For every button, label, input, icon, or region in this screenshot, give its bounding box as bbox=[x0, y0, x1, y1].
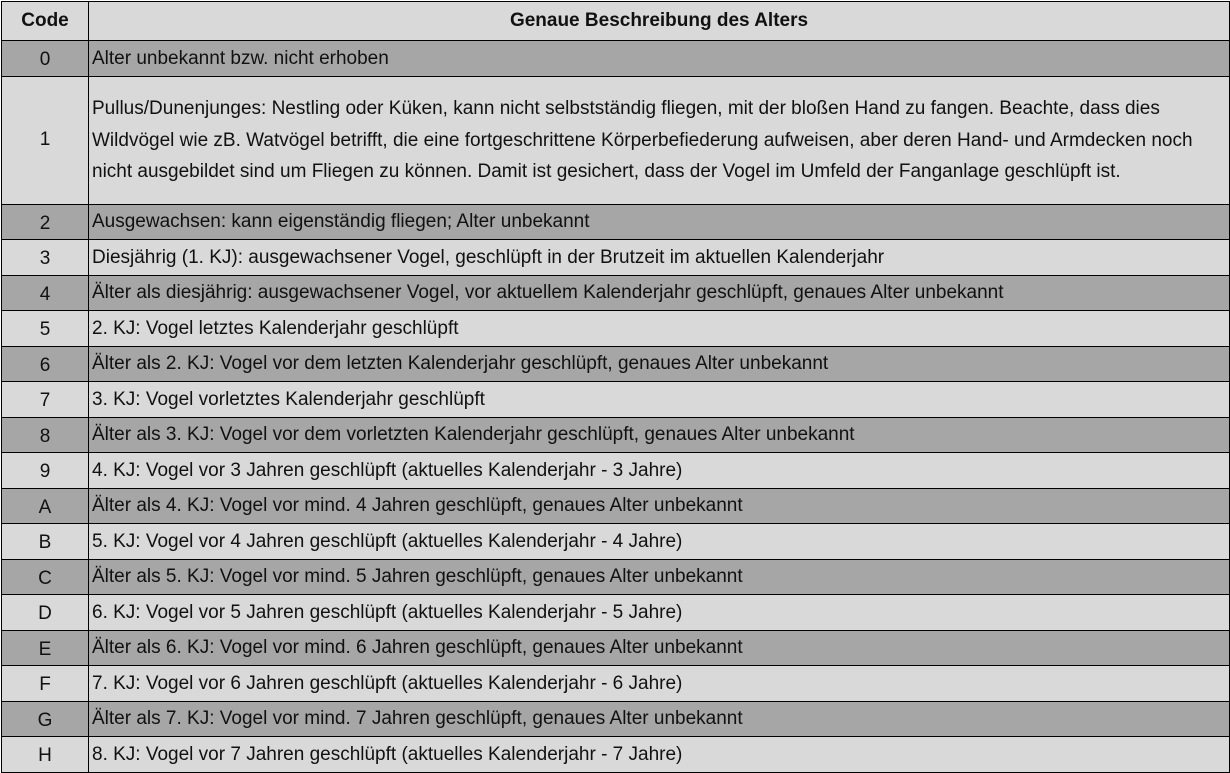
row-code: 0 bbox=[1, 40, 89, 77]
row-code: F bbox=[1, 665, 89, 702]
table-row: H 8. KJ: Vogel vor 7 Jahren geschlüpft (… bbox=[1, 736, 1230, 773]
row-description: 5. KJ: Vogel vor 4 Jahren geschlüpft (ak… bbox=[88, 523, 1230, 560]
table-row: 7 3. KJ: Vogel vorletztes Kalenderjahr g… bbox=[1, 381, 1230, 418]
row-code: 1 bbox=[1, 75, 89, 205]
row-code: B bbox=[1, 523, 89, 560]
table-row: 3 Diesjährig (1. KJ): ausgewachsener Vog… bbox=[1, 239, 1230, 276]
row-description: Ausgewachsen: kann eigenständig fliegen;… bbox=[88, 203, 1230, 240]
row-description: 2. KJ: Vogel letztes Kalenderjahr geschl… bbox=[88, 310, 1230, 347]
table-row: 9 4. KJ: Vogel vor 3 Jahren geschlüpft (… bbox=[1, 452, 1230, 489]
table-header: Code Genaue Beschreibung des Alters bbox=[1, 1, 1230, 41]
row-code: 6 bbox=[1, 345, 89, 382]
row-code: 7 bbox=[1, 381, 89, 418]
table-row: 4 Älter als diesjährig: ausgewachsener V… bbox=[1, 274, 1230, 311]
row-description: 8. KJ: Vogel vor 7 Jahren geschlüpft (ak… bbox=[88, 736, 1230, 773]
row-description: Alter unbekannt bzw. nicht erhoben bbox=[88, 40, 1230, 77]
row-description: Älter als 4. KJ: Vogel vor mind. 4 Jahre… bbox=[88, 487, 1230, 524]
header-row: Code Genaue Beschreibung des Alters bbox=[1, 1, 1230, 41]
row-code: A bbox=[1, 487, 89, 524]
age-code-table: Code Genaue Beschreibung des Alters 0 Al… bbox=[1, 1, 1230, 773]
row-description: Älter als 3. KJ: Vogel vor dem vorletzte… bbox=[88, 416, 1230, 453]
table-row: A Älter als 4. KJ: Vogel vor mind. 4 Jah… bbox=[1, 487, 1230, 524]
row-description: 6. KJ: Vogel vor 5 Jahren geschlüpft (ak… bbox=[88, 594, 1230, 631]
row-description: 7. KJ: Vogel vor 6 Jahren geschlüpft (ak… bbox=[88, 665, 1230, 702]
row-description: Älter als 2. KJ: Vogel vor dem letzten K… bbox=[88, 345, 1230, 382]
row-code: 4 bbox=[1, 274, 89, 311]
table-row: D 6. KJ: Vogel vor 5 Jahren geschlüpft (… bbox=[1, 594, 1230, 631]
row-description: Älter als 5. KJ: Vogel vor mind. 5 Jahre… bbox=[88, 558, 1230, 595]
table-row: 0 Alter unbekannt bzw. nicht erhoben bbox=[1, 40, 1230, 77]
row-description: 3. KJ: Vogel vorletztes Kalenderjahr ges… bbox=[88, 381, 1230, 418]
header-code: Code bbox=[1, 1, 89, 41]
header-description: Genaue Beschreibung des Alters bbox=[88, 1, 1230, 41]
table-row: 6 Älter als 2. KJ: Vogel vor dem letzten… bbox=[1, 345, 1230, 382]
row-code: C bbox=[1, 558, 89, 595]
table-row: 2 Ausgewachsen: kann eigenständig fliege… bbox=[1, 203, 1230, 240]
row-description: 4. KJ: Vogel vor 3 Jahren geschlüpft (ak… bbox=[88, 452, 1230, 489]
row-code: E bbox=[1, 629, 89, 666]
table-row: 5 2. KJ: Vogel letztes Kalenderjahr gesc… bbox=[1, 310, 1230, 347]
row-code: 9 bbox=[1, 452, 89, 489]
row-code: 3 bbox=[1, 239, 89, 276]
table-row: B 5. KJ: Vogel vor 4 Jahren geschlüpft (… bbox=[1, 523, 1230, 560]
row-description: Diesjährig (1. KJ): ausgewachsener Vogel… bbox=[88, 239, 1230, 276]
row-description: Älter als diesjährig: ausgewachsener Vog… bbox=[88, 274, 1230, 311]
table-body: 0 Alter unbekannt bzw. nicht erhoben 1 P… bbox=[1, 40, 1230, 773]
table-row: G Älter als 7. KJ: Vogel vor mind. 7 Jah… bbox=[1, 700, 1230, 737]
table-row: 1 Pullus/Dunenjunges: Nestling oder Küke… bbox=[1, 75, 1230, 205]
row-code: 2 bbox=[1, 203, 89, 240]
table-row: F 7. KJ: Vogel vor 6 Jahren geschlüpft (… bbox=[1, 665, 1230, 702]
row-description: Pullus/Dunenjunges: Nestling oder Küken,… bbox=[88, 75, 1230, 205]
row-code: 8 bbox=[1, 416, 89, 453]
row-description: Älter als 7. KJ: Vogel vor mind. 7 Jahre… bbox=[88, 700, 1230, 737]
row-code: H bbox=[1, 736, 89, 773]
row-code: G bbox=[1, 700, 89, 737]
row-code: D bbox=[1, 594, 89, 631]
table-row: C Älter als 5. KJ: Vogel vor mind. 5 Jah… bbox=[1, 558, 1230, 595]
row-description: Älter als 6. KJ: Vogel vor mind. 6 Jahre… bbox=[88, 629, 1230, 666]
table-row: 8 Älter als 3. KJ: Vogel vor dem vorletz… bbox=[1, 416, 1230, 453]
row-code: 5 bbox=[1, 310, 89, 347]
table-row: E Älter als 6. KJ: Vogel vor mind. 6 Jah… bbox=[1, 629, 1230, 666]
